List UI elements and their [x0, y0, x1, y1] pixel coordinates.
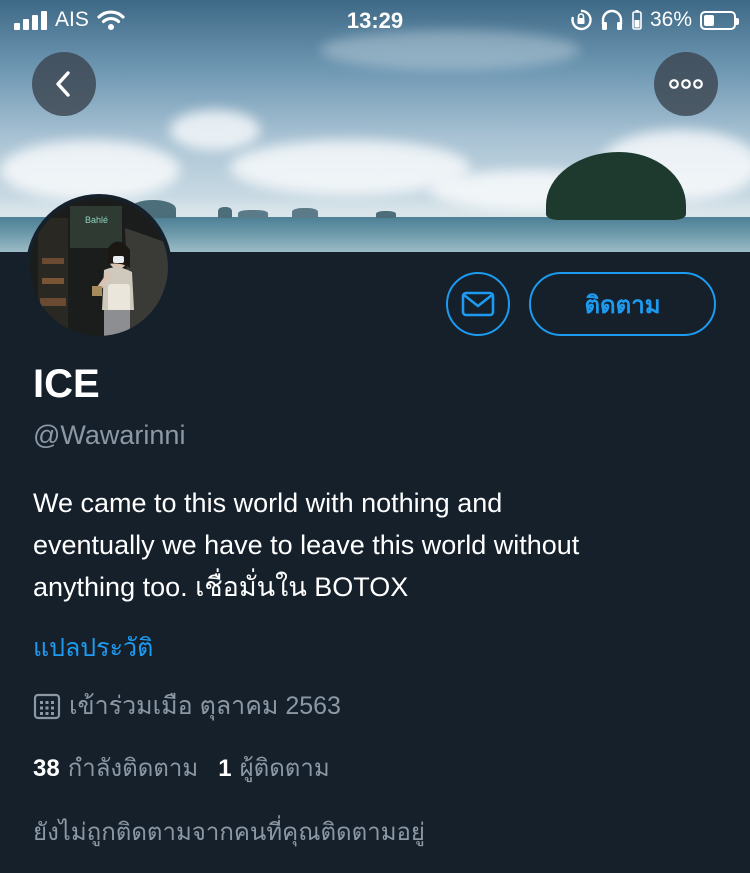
- profile-screen: AIS 13:29 36% Bahlé ติดตาม ICE @Wawarinn…: [0, 0, 750, 873]
- join-date: เข้าร่วมเมือ ตุลาคม 2563: [33, 686, 341, 726]
- username-handle: @Wawarinni: [33, 420, 186, 450]
- back-button[interactable]: [32, 52, 96, 116]
- follow-button-label: ติดตาม: [584, 291, 661, 319]
- followers-link[interactable]: 1 ผู้ติดตาม: [218, 748, 349, 787]
- svg-text:Bahlé: Bahlé: [85, 215, 108, 225]
- profile-bio: We came to this world with nothing and e…: [33, 488, 580, 602]
- battery-mini-icon: [632, 10, 642, 30]
- calendar-icon: [33, 693, 61, 720]
- avatar[interactable]: Bahlé: [26, 194, 172, 340]
- following-count: 38: [33, 755, 60, 782]
- avatar-photo: Bahlé: [30, 198, 168, 336]
- status-bar: AIS 13:29 36%: [0, 0, 750, 40]
- not-followed-notice: ยังไม่ถูกติดตามจากคนที่คุณติดตามอยู่: [33, 819, 425, 846]
- translate-bio-link[interactable]: แปลประวัติ: [33, 628, 153, 668]
- display-name: ICE: [33, 362, 100, 406]
- message-button[interactable]: [446, 272, 510, 336]
- more-options-button[interactable]: [654, 52, 718, 116]
- following-link[interactable]: 38 กำลังติดตาม: [33, 748, 218, 787]
- envelope-icon: [461, 291, 495, 317]
- battery-icon: [700, 10, 739, 30]
- battery-percent: 36%: [649, 8, 692, 31]
- more-horizontal-icon: [669, 79, 703, 89]
- followers-count: 1: [218, 755, 232, 782]
- following-label: กำลังติดตาม: [67, 755, 199, 782]
- join-date-text: เข้าร่วมเมือ ตุลาคม 2563: [69, 692, 341, 720]
- follow-button[interactable]: ติดตาม: [529, 272, 716, 336]
- headphones-icon: [601, 9, 623, 30]
- follow-stats: 38 กำลังติดตาม 1 ผู้ติดตาม: [33, 748, 350, 787]
- chevron-left-icon: [56, 71, 70, 97]
- rotation-lock-icon: [571, 9, 592, 31]
- followers-label: ผู้ติดตาม: [239, 755, 330, 782]
